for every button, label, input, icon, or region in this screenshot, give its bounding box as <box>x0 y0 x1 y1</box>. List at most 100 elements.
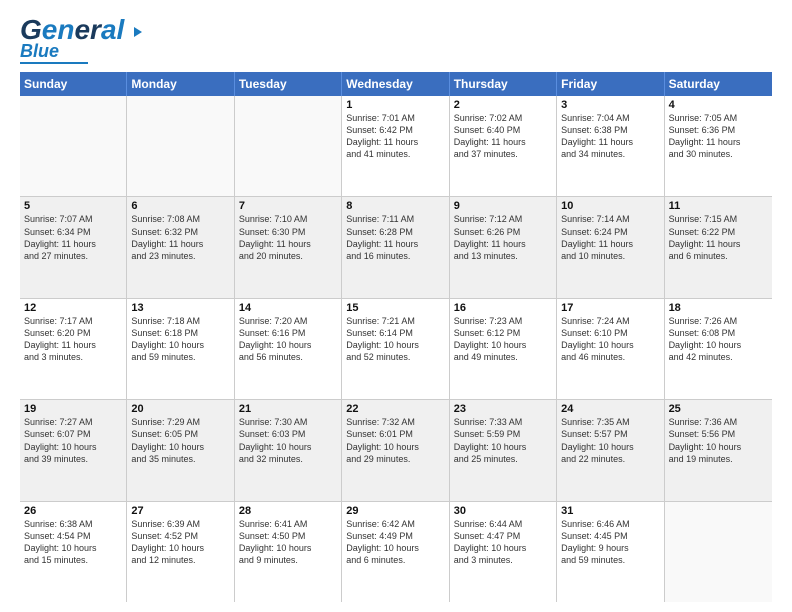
day-info: Sunrise: 7:20 AMSunset: 6:16 PMDaylight:… <box>239 315 337 364</box>
logo-arrow-icon <box>134 27 142 37</box>
calendar-cell-4-4: 22Sunrise: 7:32 AMSunset: 6:01 PMDayligh… <box>342 400 449 500</box>
day-number: 27 <box>131 505 229 517</box>
calendar-cell-2-3: 7Sunrise: 7:10 AMSunset: 6:30 PMDaylight… <box>235 197 342 297</box>
day-number: 23 <box>454 403 552 415</box>
day-info: Sunrise: 6:41 AMSunset: 4:50 PMDaylight:… <box>239 518 337 567</box>
calendar-cell-3-3: 14Sunrise: 7:20 AMSunset: 6:16 PMDayligh… <box>235 299 342 399</box>
calendar-cell-1-3 <box>235 96 342 196</box>
logo-general: General <box>20 16 142 44</box>
calendar-cell-2-5: 9Sunrise: 7:12 AMSunset: 6:26 PMDaylight… <box>450 197 557 297</box>
calendar-body: 1Sunrise: 7:01 AMSunset: 6:42 PMDaylight… <box>20 96 772 602</box>
day-number: 19 <box>24 403 122 415</box>
day-info: Sunrise: 7:15 AMSunset: 6:22 PMDaylight:… <box>669 213 768 262</box>
day-number: 10 <box>561 200 659 212</box>
page: General Blue SundayMondayTuesdayWednesda… <box>0 0 792 612</box>
day-header-thursday: Thursday <box>450 72 557 96</box>
day-info: Sunrise: 7:10 AMSunset: 6:30 PMDaylight:… <box>239 213 337 262</box>
day-info: Sunrise: 7:27 AMSunset: 6:07 PMDaylight:… <box>24 416 122 465</box>
day-number: 17 <box>561 302 659 314</box>
calendar-week-2: 5Sunrise: 7:07 AMSunset: 6:34 PMDaylight… <box>20 197 772 298</box>
day-number: 5 <box>24 200 122 212</box>
day-number: 2 <box>454 99 552 111</box>
day-number: 13 <box>131 302 229 314</box>
day-info: Sunrise: 7:35 AMSunset: 5:57 PMDaylight:… <box>561 416 659 465</box>
day-number: 11 <box>669 200 768 212</box>
day-info: Sunrise: 7:21 AMSunset: 6:14 PMDaylight:… <box>346 315 444 364</box>
day-info: Sunrise: 7:29 AMSunset: 6:05 PMDaylight:… <box>131 416 229 465</box>
calendar-cell-1-7: 4Sunrise: 7:05 AMSunset: 6:36 PMDaylight… <box>665 96 772 196</box>
day-info: Sunrise: 7:33 AMSunset: 5:59 PMDaylight:… <box>454 416 552 465</box>
calendar-cell-1-1 <box>20 96 127 196</box>
day-info: Sunrise: 7:05 AMSunset: 6:36 PMDaylight:… <box>669 112 768 161</box>
calendar-cell-4-3: 21Sunrise: 7:30 AMSunset: 6:03 PMDayligh… <box>235 400 342 500</box>
day-info: Sunrise: 7:30 AMSunset: 6:03 PMDaylight:… <box>239 416 337 465</box>
calendar-cell-5-6: 31Sunrise: 6:46 AMSunset: 4:45 PMDayligh… <box>557 502 664 602</box>
day-info: Sunrise: 6:42 AMSunset: 4:49 PMDaylight:… <box>346 518 444 567</box>
day-info: Sunrise: 6:38 AMSunset: 4:54 PMDaylight:… <box>24 518 122 567</box>
day-number: 29 <box>346 505 444 517</box>
calendar-cell-4-6: 24Sunrise: 7:35 AMSunset: 5:57 PMDayligh… <box>557 400 664 500</box>
calendar-header: SundayMondayTuesdayWednesdayThursdayFrid… <box>20 72 772 96</box>
day-info: Sunrise: 7:26 AMSunset: 6:08 PMDaylight:… <box>669 315 768 364</box>
day-number: 21 <box>239 403 337 415</box>
day-number: 9 <box>454 200 552 212</box>
calendar-cell-2-1: 5Sunrise: 7:07 AMSunset: 6:34 PMDaylight… <box>20 197 127 297</box>
day-number: 7 <box>239 200 337 212</box>
day-number: 20 <box>131 403 229 415</box>
day-header-wednesday: Wednesday <box>342 72 449 96</box>
calendar-cell-2-7: 11Sunrise: 7:15 AMSunset: 6:22 PMDayligh… <box>665 197 772 297</box>
calendar-week-4: 19Sunrise: 7:27 AMSunset: 6:07 PMDayligh… <box>20 400 772 501</box>
day-info: Sunrise: 7:18 AMSunset: 6:18 PMDaylight:… <box>131 315 229 364</box>
calendar-cell-5-1: 26Sunrise: 6:38 AMSunset: 4:54 PMDayligh… <box>20 502 127 602</box>
calendar-cell-3-7: 18Sunrise: 7:26 AMSunset: 6:08 PMDayligh… <box>665 299 772 399</box>
day-number: 18 <box>669 302 768 314</box>
calendar-week-1: 1Sunrise: 7:01 AMSunset: 6:42 PMDaylight… <box>20 96 772 197</box>
day-header-monday: Monday <box>127 72 234 96</box>
day-info: Sunrise: 7:23 AMSunset: 6:12 PMDaylight:… <box>454 315 552 364</box>
calendar-cell-3-5: 16Sunrise: 7:23 AMSunset: 6:12 PMDayligh… <box>450 299 557 399</box>
day-info: Sunrise: 7:02 AMSunset: 6:40 PMDaylight:… <box>454 112 552 161</box>
header: General Blue <box>20 16 772 64</box>
day-number: 28 <box>239 505 337 517</box>
calendar-week-5: 26Sunrise: 6:38 AMSunset: 4:54 PMDayligh… <box>20 502 772 602</box>
calendar-cell-3-1: 12Sunrise: 7:17 AMSunset: 6:20 PMDayligh… <box>20 299 127 399</box>
day-number: 22 <box>346 403 444 415</box>
day-number: 31 <box>561 505 659 517</box>
calendar-cell-1-6: 3Sunrise: 7:04 AMSunset: 6:38 PMDaylight… <box>557 96 664 196</box>
day-number: 6 <box>131 200 229 212</box>
day-number: 3 <box>561 99 659 111</box>
day-number: 25 <box>669 403 768 415</box>
day-number: 1 <box>346 99 444 111</box>
day-number: 15 <box>346 302 444 314</box>
calendar-cell-5-3: 28Sunrise: 6:41 AMSunset: 4:50 PMDayligh… <box>235 502 342 602</box>
calendar-cell-5-2: 27Sunrise: 6:39 AMSunset: 4:52 PMDayligh… <box>127 502 234 602</box>
day-info: Sunrise: 7:04 AMSunset: 6:38 PMDaylight:… <box>561 112 659 161</box>
calendar-cell-4-7: 25Sunrise: 7:36 AMSunset: 5:56 PMDayligh… <box>665 400 772 500</box>
logo-bar <box>20 62 88 64</box>
calendar-cell-3-2: 13Sunrise: 7:18 AMSunset: 6:18 PMDayligh… <box>127 299 234 399</box>
calendar-cell-4-5: 23Sunrise: 7:33 AMSunset: 5:59 PMDayligh… <box>450 400 557 500</box>
calendar-cell-2-4: 8Sunrise: 7:11 AMSunset: 6:28 PMDaylight… <box>342 197 449 297</box>
logo-blue-text: Blue <box>20 42 59 60</box>
day-info: Sunrise: 7:14 AMSunset: 6:24 PMDaylight:… <box>561 213 659 262</box>
day-info: Sunrise: 7:36 AMSunset: 5:56 PMDaylight:… <box>669 416 768 465</box>
day-number: 12 <box>24 302 122 314</box>
day-info: Sunrise: 7:08 AMSunset: 6:32 PMDaylight:… <box>131 213 229 262</box>
day-header-tuesday: Tuesday <box>235 72 342 96</box>
day-number: 14 <box>239 302 337 314</box>
day-number: 26 <box>24 505 122 517</box>
day-info: Sunrise: 7:07 AMSunset: 6:34 PMDaylight:… <box>24 213 122 262</box>
day-info: Sunrise: 7:24 AMSunset: 6:10 PMDaylight:… <box>561 315 659 364</box>
calendar-cell-3-6: 17Sunrise: 7:24 AMSunset: 6:10 PMDayligh… <box>557 299 664 399</box>
calendar-cell-2-6: 10Sunrise: 7:14 AMSunset: 6:24 PMDayligh… <box>557 197 664 297</box>
day-info: Sunrise: 6:46 AMSunset: 4:45 PMDaylight:… <box>561 518 659 567</box>
day-number: 30 <box>454 505 552 517</box>
day-number: 24 <box>561 403 659 415</box>
calendar-cell-1-4: 1Sunrise: 7:01 AMSunset: 6:42 PMDaylight… <box>342 96 449 196</box>
calendar-cell-4-1: 19Sunrise: 7:27 AMSunset: 6:07 PMDayligh… <box>20 400 127 500</box>
calendar-cell-3-4: 15Sunrise: 7:21 AMSunset: 6:14 PMDayligh… <box>342 299 449 399</box>
calendar-week-3: 12Sunrise: 7:17 AMSunset: 6:20 PMDayligh… <box>20 299 772 400</box>
calendar-cell-2-2: 6Sunrise: 7:08 AMSunset: 6:32 PMDaylight… <box>127 197 234 297</box>
day-number: 8 <box>346 200 444 212</box>
day-info: Sunrise: 7:32 AMSunset: 6:01 PMDaylight:… <box>346 416 444 465</box>
